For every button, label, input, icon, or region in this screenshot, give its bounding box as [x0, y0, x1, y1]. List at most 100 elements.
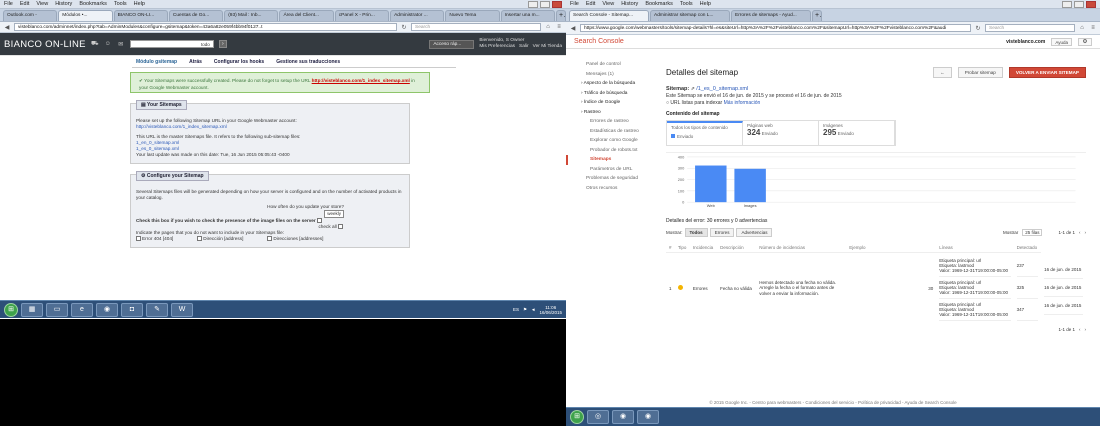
- new-tab-button[interactable]: +: [555, 10, 566, 21]
- radio-icon[interactable]: ○: [666, 100, 669, 106]
- back-link[interactable]: Atrás: [189, 59, 202, 67]
- reload-icon[interactable]: ↻: [400, 24, 408, 31]
- menu-tools[interactable]: Tools: [114, 1, 127, 7]
- tab-nuevo-tema[interactable]: Nuevo Tema: [445, 10, 500, 21]
- tab-search-console[interactable]: Search Console - Sitemap...: [569, 10, 649, 21]
- user-icon[interactable]: ☺: [104, 41, 112, 47]
- home-icon[interactable]: ⌂: [544, 24, 552, 30]
- sidebar-item-12[interactable]: Problemas de seguridad: [566, 174, 651, 184]
- more-info-link[interactable]: Más información: [724, 100, 761, 106]
- flag-icon[interactable]: ⚑: [523, 307, 527, 313]
- view-shop-link[interactable]: Ver Mi Tienda: [533, 44, 562, 49]
- tray-lang[interactable]: ES: [513, 307, 519, 312]
- cart-icon[interactable]: ⛟: [91, 40, 99, 48]
- quick-access-select[interactable]: Acceso ráp...: [429, 39, 475, 49]
- tile-all-content[interactable]: Todos los tipos de contenido Enviado: [667, 121, 743, 145]
- prev-page-icon[interactable]: ‹: [1079, 230, 1081, 235]
- admin-search-button[interactable]: ›: [218, 40, 227, 48]
- tab-insertar[interactable]: Insertar una m...: [500, 10, 555, 21]
- resubmit-sitemap-button[interactable]: VOLVER A ENVIAR SITEMAP: [1008, 67, 1086, 78]
- sidebar-item-4[interactable]: › Índice de Google: [566, 98, 651, 108]
- sidebar-item-3[interactable]: › Tráfico de búsqueda: [566, 89, 651, 99]
- menu-edit[interactable]: Edit: [586, 1, 595, 7]
- menu-help[interactable]: Help: [134, 1, 145, 7]
- tab-area-cliente[interactable]: Área del Client...: [279, 10, 334, 21]
- sidebar-item-5[interactable]: › Rastreo: [566, 108, 651, 118]
- taskbar-paint-icon[interactable]: ✎: [146, 302, 168, 317]
- filter-errors[interactable]: Errores: [709, 228, 735, 237]
- test-sitemap-button[interactable]: Probar sitemap: [957, 67, 1003, 78]
- hooks-link[interactable]: Configurar los hooks: [214, 59, 264, 67]
- bar-images[interactable]: [734, 168, 766, 203]
- admin-logo[interactable]: BIANCO ON-LINE: [4, 39, 86, 50]
- gsc-footer[interactable]: © 2015 Google Inc. - Centro para webmast…: [566, 400, 1100, 405]
- help-button[interactable]: Ayuda: [1051, 37, 1072, 46]
- filter-warnings[interactable]: Advertencias: [736, 228, 773, 237]
- tab-errores-sitemaps[interactable]: Errores de sitemaps - Ayud...: [731, 10, 811, 21]
- taskbar-firefox-icon[interactable]: ◉: [96, 302, 118, 317]
- menu-bookmarks[interactable]: Bookmarks: [79, 1, 107, 7]
- frequency-select[interactable]: weekly: [324, 210, 344, 218]
- url-bar[interactable]: visteblanco.com/adminnet/index.php?tab=A…: [14, 23, 397, 31]
- sidebar-item-7[interactable]: Estadísticas de rastreo: [566, 127, 651, 137]
- close-button[interactable]: [552, 1, 562, 8]
- translations-link[interactable]: Gestione sus traducciones: [276, 59, 340, 67]
- sidebar-item-6[interactable]: Errores de rastreo: [566, 117, 651, 127]
- taskbar-ie-icon[interactable]: e: [71, 302, 93, 317]
- sidebar-item-2[interactable]: › Aspecto de la búsqueda: [566, 79, 651, 89]
- menu-icon[interactable]: ≡: [555, 24, 563, 30]
- taskbar-word-icon[interactable]: W: [171, 302, 193, 317]
- sidebar-item-10[interactable]: Sitemaps: [566, 155, 651, 165]
- tab-administrator[interactable]: Administrator ...: [390, 10, 445, 21]
- menu-file[interactable]: File: [570, 1, 579, 7]
- tab-mail[interactable]: (93) Mail : Inb...: [224, 10, 279, 21]
- bar-web[interactable]: [695, 165, 727, 203]
- filter-all[interactable]: Todos: [684, 228, 708, 237]
- sidebar-item-8[interactable]: Explorar como Google: [566, 136, 651, 146]
- admin-search-input[interactable]: todo: [129, 40, 214, 48]
- sidebar-item-11[interactable]: Parámetros de URL: [566, 165, 651, 175]
- prefs-link[interactable]: Mis Preferencias: [479, 44, 515, 49]
- error404-checkbox[interactable]: [136, 236, 141, 242]
- taskbar-firefox-icon-3[interactable]: ◉: [637, 410, 659, 424]
- next-page-bottom-icon[interactable]: ›: [1085, 327, 1087, 332]
- notice-link[interactable]: http://visteblanco.com/1_index_sitemap.x…: [312, 78, 410, 83]
- sidebar-item-13[interactable]: Otros recursos: [566, 184, 651, 194]
- prev-page-bottom-icon[interactable]: ‹: [1079, 327, 1081, 332]
- minimize-button[interactable]: [1062, 1, 1072, 8]
- mail-icon[interactable]: ✉: [117, 41, 125, 48]
- tab-cuentas[interactable]: Cuentas de Go...: [168, 10, 224, 21]
- logout-link[interactable]: Salir: [519, 44, 529, 49]
- menu-tools[interactable]: Tools: [680, 1, 693, 7]
- menu-help[interactable]: Help: [700, 1, 711, 7]
- settings-gear-icon[interactable]: ⚙: [1078, 37, 1092, 46]
- menu-history[interactable]: History: [621, 1, 638, 7]
- menu-icon[interactable]: ≡: [1089, 25, 1097, 31]
- start-button-right[interactable]: ⊞: [570, 410, 584, 424]
- start-button[interactable]: ⊞: [4, 302, 18, 317]
- search-input[interactable]: Search: [985, 24, 1075, 32]
- home-icon[interactable]: ⌂: [1078, 25, 1086, 31]
- back-icon[interactable]: ◀: [569, 25, 577, 32]
- minimize-button[interactable]: [528, 1, 538, 8]
- rows-select[interactable]: 25 filas: [1022, 229, 1043, 236]
- tile-web-pages[interactable]: Páginas web 324 Enviado: [743, 121, 819, 145]
- reload-icon[interactable]: ↻: [974, 25, 982, 32]
- menu-history[interactable]: History: [55, 1, 72, 7]
- sidebar-item-9[interactable]: Probador de robots.txt: [566, 146, 651, 156]
- address-checkbox[interactable]: [197, 236, 203, 242]
- menu-bookmarks[interactable]: Bookmarks: [645, 1, 673, 7]
- back-icon[interactable]: ◀: [3, 24, 11, 31]
- tab-bianco[interactable]: BIANCO ON-LI...: [113, 10, 168, 21]
- taskbar-chrome-icon[interactable]: ◎: [587, 410, 609, 424]
- check-all-checkbox[interactable]: [338, 224, 343, 230]
- menu-view[interactable]: View: [36, 1, 48, 7]
- taskbar-explorer-icon[interactable]: ▦: [21, 302, 43, 317]
- new-tab-button[interactable]: +: [812, 10, 822, 21]
- addresses-checkbox[interactable]: [267, 236, 273, 242]
- menu-view[interactable]: View: [602, 1, 614, 7]
- image-check-checkbox[interactable]: [317, 218, 323, 224]
- menu-edit[interactable]: Edit: [20, 1, 29, 7]
- close-button[interactable]: [1086, 1, 1096, 8]
- sidebar-item-0[interactable]: Panel de control: [566, 60, 651, 70]
